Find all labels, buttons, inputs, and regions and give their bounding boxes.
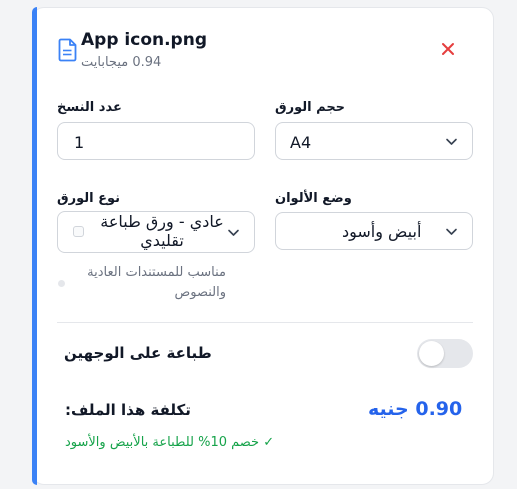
discount-note: ✓ خصم 10% للطباعة بالأبيض والأسود <box>65 435 275 450</box>
chevron-down-icon <box>446 138 457 145</box>
color-mode-select[interactable]: أبيض وأسود <box>275 212 473 250</box>
close-icon[interactable] <box>438 39 458 59</box>
paper-type-hint: مناسب للمستندات العادية والنصوص <box>87 265 226 300</box>
copies-value: 1 <box>74 133 85 152</box>
chevron-down-icon <box>446 228 457 235</box>
file-size: 0.94 ميجابايت <box>81 55 162 70</box>
cost-value: 0.90 جنيه <box>368 398 463 420</box>
color-mode-label: وضع الألوان <box>275 191 352 206</box>
paper-size-select[interactable]: A4 <box>275 122 473 160</box>
paper-type-select[interactable]: عادي - ورق طباعة تقليدي <box>57 211 255 253</box>
copies-input[interactable]: 1 <box>57 122 255 160</box>
paper-size-value: A4 <box>290 133 312 152</box>
document-icon <box>58 38 77 62</box>
chevron-down-icon <box>228 229 239 236</box>
paper-size-label: حجم الورق <box>275 100 346 115</box>
duplex-label: طباعة على الوجهين <box>64 344 212 362</box>
divider <box>57 322 473 323</box>
copies-label: عدد النسخ <box>57 100 122 115</box>
cost-label: تكلفة هذا الملف: <box>65 401 191 419</box>
paper-type-value: عادي - ورق طباعة تقليدي <box>100 212 224 250</box>
paper-type-checkbox <box>73 226 84 237</box>
paper-type-label: نوع الورق <box>57 191 121 206</box>
duplex-toggle[interactable] <box>417 339 473 368</box>
hint-bullet <box>58 280 65 287</box>
card-accent-bar <box>32 7 37 485</box>
file-name: App icon.png <box>81 30 207 50</box>
color-mode-value: أبيض وأسود <box>342 222 422 241</box>
toggle-knob <box>419 341 444 366</box>
